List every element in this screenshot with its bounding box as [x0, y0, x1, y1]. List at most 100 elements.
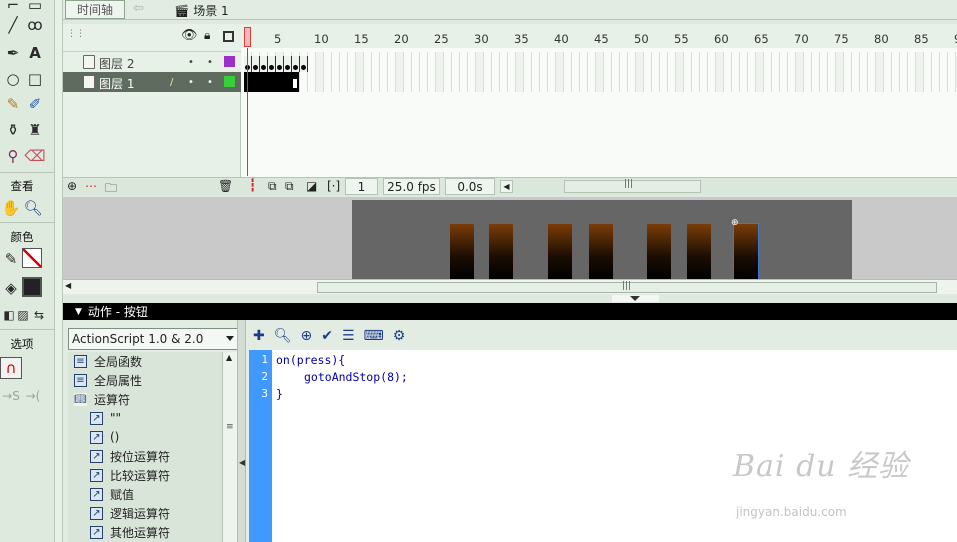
- frame-cell[interactable]: [740, 72, 748, 92]
- frame-cell[interactable]: [524, 72, 532, 92]
- frame-cell[interactable]: [340, 52, 348, 72]
- frame-cell[interactable]: [780, 72, 788, 92]
- frame-cell[interactable]: [436, 52, 444, 72]
- playhead[interactable]: [244, 27, 251, 47]
- keyframe[interactable]: [292, 56, 300, 72]
- frame-cell[interactable]: [452, 52, 460, 72]
- pencil-tool-icon[interactable]: ✎: [2, 93, 24, 115]
- frame-cell[interactable]: [508, 72, 516, 92]
- stage-scroll-thumb[interactable]: |||: [317, 281, 937, 293]
- frame-cell[interactable]: [356, 52, 364, 72]
- brush-tool-icon[interactable]: ✐: [24, 93, 46, 115]
- toolbox-item[interactable]: ↗ 其他运算符: [68, 523, 222, 541]
- frames-grid[interactable]: [241, 48, 957, 177]
- eye-icon[interactable]: 👁︎: [181, 28, 198, 43]
- frame-cell[interactable]: [644, 72, 652, 92]
- frame-cell[interactable]: [500, 52, 508, 72]
- frame-cell[interactable]: [900, 72, 908, 92]
- frame-cell[interactable]: [372, 52, 380, 72]
- layer-outline-color[interactable]: [224, 76, 235, 87]
- straighten-icon[interactable]: →(: [22, 385, 44, 407]
- frame-cell[interactable]: [684, 52, 692, 72]
- smooth-icon[interactable]: →S: [0, 385, 22, 407]
- frame-cell[interactable]: [420, 52, 428, 72]
- toolbox-item[interactable]: ↗ 逻辑运算符: [68, 504, 222, 522]
- frame-cell[interactable]: [316, 72, 324, 92]
- frame-cell[interactable]: [660, 52, 668, 72]
- toolbox-item[interactable]: 📖︎ 运算符: [68, 390, 222, 408]
- visibility-dot[interactable]: •: [188, 77, 194, 88]
- frame-cell[interactable]: [788, 52, 796, 72]
- frame-cell[interactable]: [828, 72, 836, 92]
- lock-icon[interactable]: 🔒︎: [204, 28, 210, 43]
- frame-cell[interactable]: [396, 52, 404, 72]
- frame-cell[interactable]: [316, 52, 324, 72]
- toolbox-item[interactable]: ≡ 全局函数: [68, 352, 222, 370]
- debug-options-icon[interactable]: ⚙: [393, 328, 406, 344]
- frame-cell[interactable]: [460, 72, 468, 92]
- stroke-color-swatch[interactable]: [22, 248, 42, 268]
- frame-cell[interactable]: [700, 72, 708, 92]
- timeline-hscroll[interactable]: |||: [564, 179, 701, 193]
- frame-cell[interactable]: [940, 72, 948, 92]
- frame-cell[interactable]: [908, 72, 916, 92]
- layer-outline-color[interactable]: [224, 56, 235, 67]
- frame-cell[interactable]: [644, 52, 652, 72]
- rectangle-tool-icon[interactable]: □: [24, 68, 46, 90]
- frame-cell[interactable]: [324, 72, 332, 92]
- center-frame-icon[interactable]: ┇: [249, 178, 256, 192]
- frame-cell[interactable]: [596, 52, 604, 72]
- code-line[interactable]: gotoAndStop(8);: [304, 370, 408, 384]
- frame-cell[interactable]: [932, 72, 940, 92]
- frame-cell[interactable]: [508, 52, 516, 72]
- fill-color-icon[interactable]: ◈: [0, 277, 22, 299]
- toolbox-item[interactable]: ↗ 按位运算符: [68, 447, 222, 465]
- frame-cell[interactable]: [612, 72, 620, 92]
- frame-cell[interactable]: [884, 52, 892, 72]
- frame-cell[interactable]: [364, 52, 372, 72]
- toolbox-item[interactable]: ↗ 比较运算符: [68, 466, 222, 484]
- frame-cell[interactable]: [900, 52, 908, 72]
- stage-hscroll[interactable]: ◀ |||: [63, 279, 957, 294]
- frame-cell[interactable]: [892, 52, 900, 72]
- frame-cell[interactable]: [772, 72, 780, 92]
- frame-cell[interactable]: [692, 52, 700, 72]
- frame-cell[interactable]: [444, 52, 452, 72]
- frame-cell[interactable]: [796, 52, 804, 72]
- actions-panel-header[interactable]: ▼ 动作 - 按钮: [63, 303, 957, 320]
- frame-ruler[interactable]: 15101520253035404550556065707580859: [241, 24, 957, 48]
- frame-cell[interactable]: [676, 52, 684, 72]
- script-version-select[interactable]: ActionScript 1.0 & 2.0: [68, 328, 238, 350]
- frame-cell[interactable]: [380, 72, 388, 92]
- frame-cell[interactable]: [532, 72, 540, 92]
- panel-collapse-handle[interactable]: [612, 295, 659, 302]
- frame-cell[interactable]: [572, 72, 580, 92]
- frame-cell[interactable]: [708, 72, 716, 92]
- frame-cell[interactable]: [532, 52, 540, 72]
- frame-cell[interactable]: [340, 72, 348, 92]
- tools-scrollbar[interactable]: [55, 0, 63, 542]
- frame-span[interactable]: [244, 72, 299, 92]
- onion-skin-icon[interactable]: ⧉: [268, 179, 277, 194]
- toolbox-item[interactable]: ↗ (): [68, 428, 222, 446]
- frame-cell[interactable]: [772, 52, 780, 72]
- frame-cell[interactable]: [660, 72, 668, 92]
- frame-cell[interactable]: [916, 52, 924, 72]
- eyedropper-icon[interactable]: ⚲: [2, 145, 24, 167]
- frame-cell[interactable]: [444, 72, 452, 92]
- edit-multiple-frames-icon[interactable]: ◪: [306, 179, 317, 193]
- lasso-tool-icon[interactable]: ꝏ: [24, 14, 46, 36]
- frame-cell[interactable]: [620, 72, 628, 92]
- layer-row-1[interactable]: 图层 1 / • •: [63, 72, 241, 92]
- toolbox-item[interactable]: ↗ "": [68, 409, 222, 427]
- stroke-color-icon[interactable]: ✎: [0, 248, 22, 270]
- toolbox-item[interactable]: ↗ 赋值: [68, 485, 222, 503]
- button-bar[interactable]: [489, 224, 513, 279]
- frame-cell[interactable]: [348, 52, 356, 72]
- frame-cell[interactable]: [516, 52, 524, 72]
- frame-cell[interactable]: [476, 72, 484, 92]
- modify-markers-icon[interactable]: [·]: [327, 179, 340, 193]
- frame-cell[interactable]: [804, 72, 812, 92]
- collapse-arrow-icon[interactable]: ▼: [75, 307, 82, 317]
- frame-cell[interactable]: [468, 72, 476, 92]
